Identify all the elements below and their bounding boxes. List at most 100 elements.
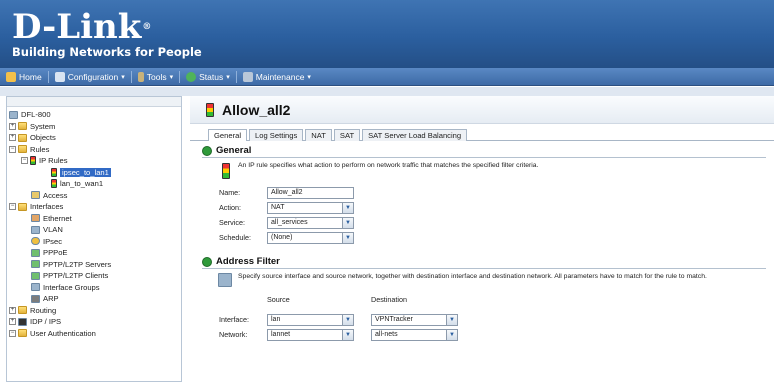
folder-icon: [18, 145, 27, 154]
access-icon: [31, 191, 40, 200]
chevron-down-icon: ▾: [121, 73, 125, 81]
tree-item-label: Routing: [30, 305, 57, 315]
collapse-toggle[interactable]: −: [9, 329, 16, 337]
navigation-tree-panel: DFL-800 + System + Objects − Rules − IP …: [6, 96, 182, 382]
folder-icon: [18, 133, 27, 142]
tree-item-objects[interactable]: + Objects: [9, 132, 181, 144]
tree-item-rules[interactable]: − Rules: [9, 144, 181, 156]
tree-item-idp-ips[interactable]: + IDP / IPS: [9, 316, 181, 328]
interface-group-icon: [31, 283, 40, 292]
network-label: Network:: [219, 330, 248, 339]
dlink-logo: D-Link® Building Networks for People: [12, 10, 202, 59]
idp-icon: [18, 317, 27, 326]
source-interface-select[interactable]: lan ▼: [267, 313, 354, 326]
expand-toggle[interactable]: +: [9, 134, 16, 142]
tree-item-label: IP Rules: [39, 156, 68, 166]
tree-item-label: Objects: [30, 133, 56, 143]
header-spacer: [0, 87, 774, 96]
menu-configuration[interactable]: Configuration ▾: [49, 68, 131, 86]
vlan-icon: [31, 225, 40, 234]
chevron-down-icon[interactable]: ▼: [447, 328, 458, 341]
tree-item-interfaces[interactable]: − Interfaces: [9, 201, 181, 213]
name-label: Name:: [219, 188, 241, 197]
source-network-value[interactable]: lannet: [267, 328, 343, 341]
action-row: Action: NAT ▼: [219, 200, 774, 215]
action-select-value[interactable]: NAT: [267, 201, 343, 214]
expand-toggle[interactable]: +: [9, 122, 16, 130]
destination-interface-value[interactable]: VPNTracker: [371, 313, 447, 326]
tree-item-user-authentication[interactable]: − User Authentication: [9, 328, 181, 340]
ipsec-icon: [31, 237, 40, 246]
tree-item-label: lan_to_wan1: [60, 179, 104, 189]
tree-item-ethernet[interactable]: Ethernet: [9, 213, 181, 225]
menu-home[interactable]: Home: [0, 68, 48, 86]
menu-tools[interactable]: Tools ▾: [132, 68, 179, 86]
tree-item-label: IPsec: [43, 236, 62, 246]
tree-item-label: System: [30, 121, 56, 131]
tree-item-pptp-l2tp-servers[interactable]: PPTP/L2TP Servers: [9, 259, 181, 271]
traffic-light-icon: [51, 179, 57, 189]
action-select[interactable]: NAT ▼: [267, 201, 354, 214]
source-column-header: Source: [267, 295, 290, 304]
collapse-toggle[interactable]: −: [9, 145, 16, 153]
tree-item-routing[interactable]: + Routing: [9, 305, 181, 317]
chevron-down-icon[interactable]: ▼: [343, 313, 354, 326]
navigation-tree: DFL-800 + System + Objects − Rules − IP …: [7, 107, 181, 339]
action-label: Action:: [219, 203, 241, 212]
menu-maintenance[interactable]: Maintenance ▾: [237, 68, 317, 86]
source-interface-value[interactable]: lan: [267, 313, 343, 326]
tab-sat-server-load-balancing[interactable]: SAT Server Load Balancing: [362, 129, 468, 141]
maintenance-icon: [242, 71, 253, 82]
tree-item-ip-rules[interactable]: − IP Rules: [9, 155, 181, 167]
tree-item-pptp-l2tp-clients[interactable]: PPTP/L2TP Clients: [9, 270, 181, 282]
menu-status[interactable]: Status ▾: [180, 68, 236, 86]
chevron-down-icon[interactable]: ▼: [343, 231, 354, 244]
tree-item-pppoe[interactable]: PPPoE: [9, 247, 181, 259]
service-select-value[interactable]: all_services: [267, 216, 343, 229]
service-select[interactable]: all_services ▼: [267, 216, 354, 229]
chevron-down-icon[interactable]: ▼: [343, 201, 354, 214]
tab-log-settings[interactable]: Log Settings: [249, 129, 304, 141]
schedule-label: Schedule:: [219, 233, 251, 242]
chevron-down-icon[interactable]: ▼: [343, 216, 354, 229]
schedule-select-value[interactable]: (None): [267, 231, 343, 244]
chevron-down-icon[interactable]: ▼: [447, 313, 458, 326]
name-field[interactable]: Allow_all2: [267, 186, 354, 199]
destination-network-select[interactable]: all-nets ▼: [371, 328, 458, 341]
expand-toggle[interactable]: +: [9, 306, 16, 314]
expand-toggle[interactable]: +: [9, 318, 16, 326]
service-row: Service: all_services ▼: [219, 215, 774, 230]
source-network-select[interactable]: lannet ▼: [267, 328, 354, 341]
tree-item-ipsec-to-lan1[interactable]: ipsec_to_lan1: [9, 167, 181, 179]
tree-item-dfl-800[interactable]: DFL-800: [9, 109, 181, 121]
schedule-select[interactable]: (None) ▼: [267, 231, 354, 244]
chevron-down-icon[interactable]: ▼: [343, 328, 354, 341]
tree-item-vlan[interactable]: VLAN: [9, 224, 181, 236]
chevron-down-icon: ▾: [226, 73, 230, 81]
folder-icon: [18, 306, 27, 315]
content-panel: Allow_all2 General Log Settings NAT SAT …: [190, 96, 774, 382]
tree-item-interface-groups[interactable]: Interface Groups: [9, 282, 181, 294]
traffic-light-icon: [206, 102, 214, 117]
chevron-down-icon: ▾: [307, 73, 311, 81]
menu-maintenance-label: Maintenance: [255, 71, 305, 82]
tab-nat[interactable]: NAT: [305, 129, 332, 141]
tree-item-label: DFL-800: [21, 110, 51, 120]
tree-item-label: PPTP/L2TP Servers: [43, 259, 112, 269]
destination-interface-select[interactable]: VPNTracker ▼: [371, 313, 458, 326]
address-filter-description-text: Specify source interface and source netw…: [238, 273, 707, 280]
collapse-toggle[interactable]: −: [21, 157, 28, 165]
name-row: Name: Allow_all2: [219, 185, 774, 200]
destination-network-value[interactable]: all-nets: [371, 328, 447, 341]
tree-item-access[interactable]: Access: [9, 190, 181, 202]
schedule-row: Schedule: (None) ▼: [219, 230, 774, 245]
menu-status-label: Status: [199, 71, 224, 82]
tab-sat[interactable]: SAT: [333, 129, 361, 141]
tree-item-system[interactable]: + System: [9, 121, 181, 133]
tree-item-arp[interactable]: ARP: [9, 293, 181, 305]
address-filter-description: Specify source interface and source netw…: [218, 273, 774, 287]
tab-general[interactable]: General: [208, 129, 248, 141]
tree-item-ipsec[interactable]: IPsec: [9, 236, 181, 248]
collapse-toggle[interactable]: −: [9, 203, 16, 211]
tree-item-lan-to-wan1[interactable]: lan_to_wan1: [9, 178, 181, 190]
